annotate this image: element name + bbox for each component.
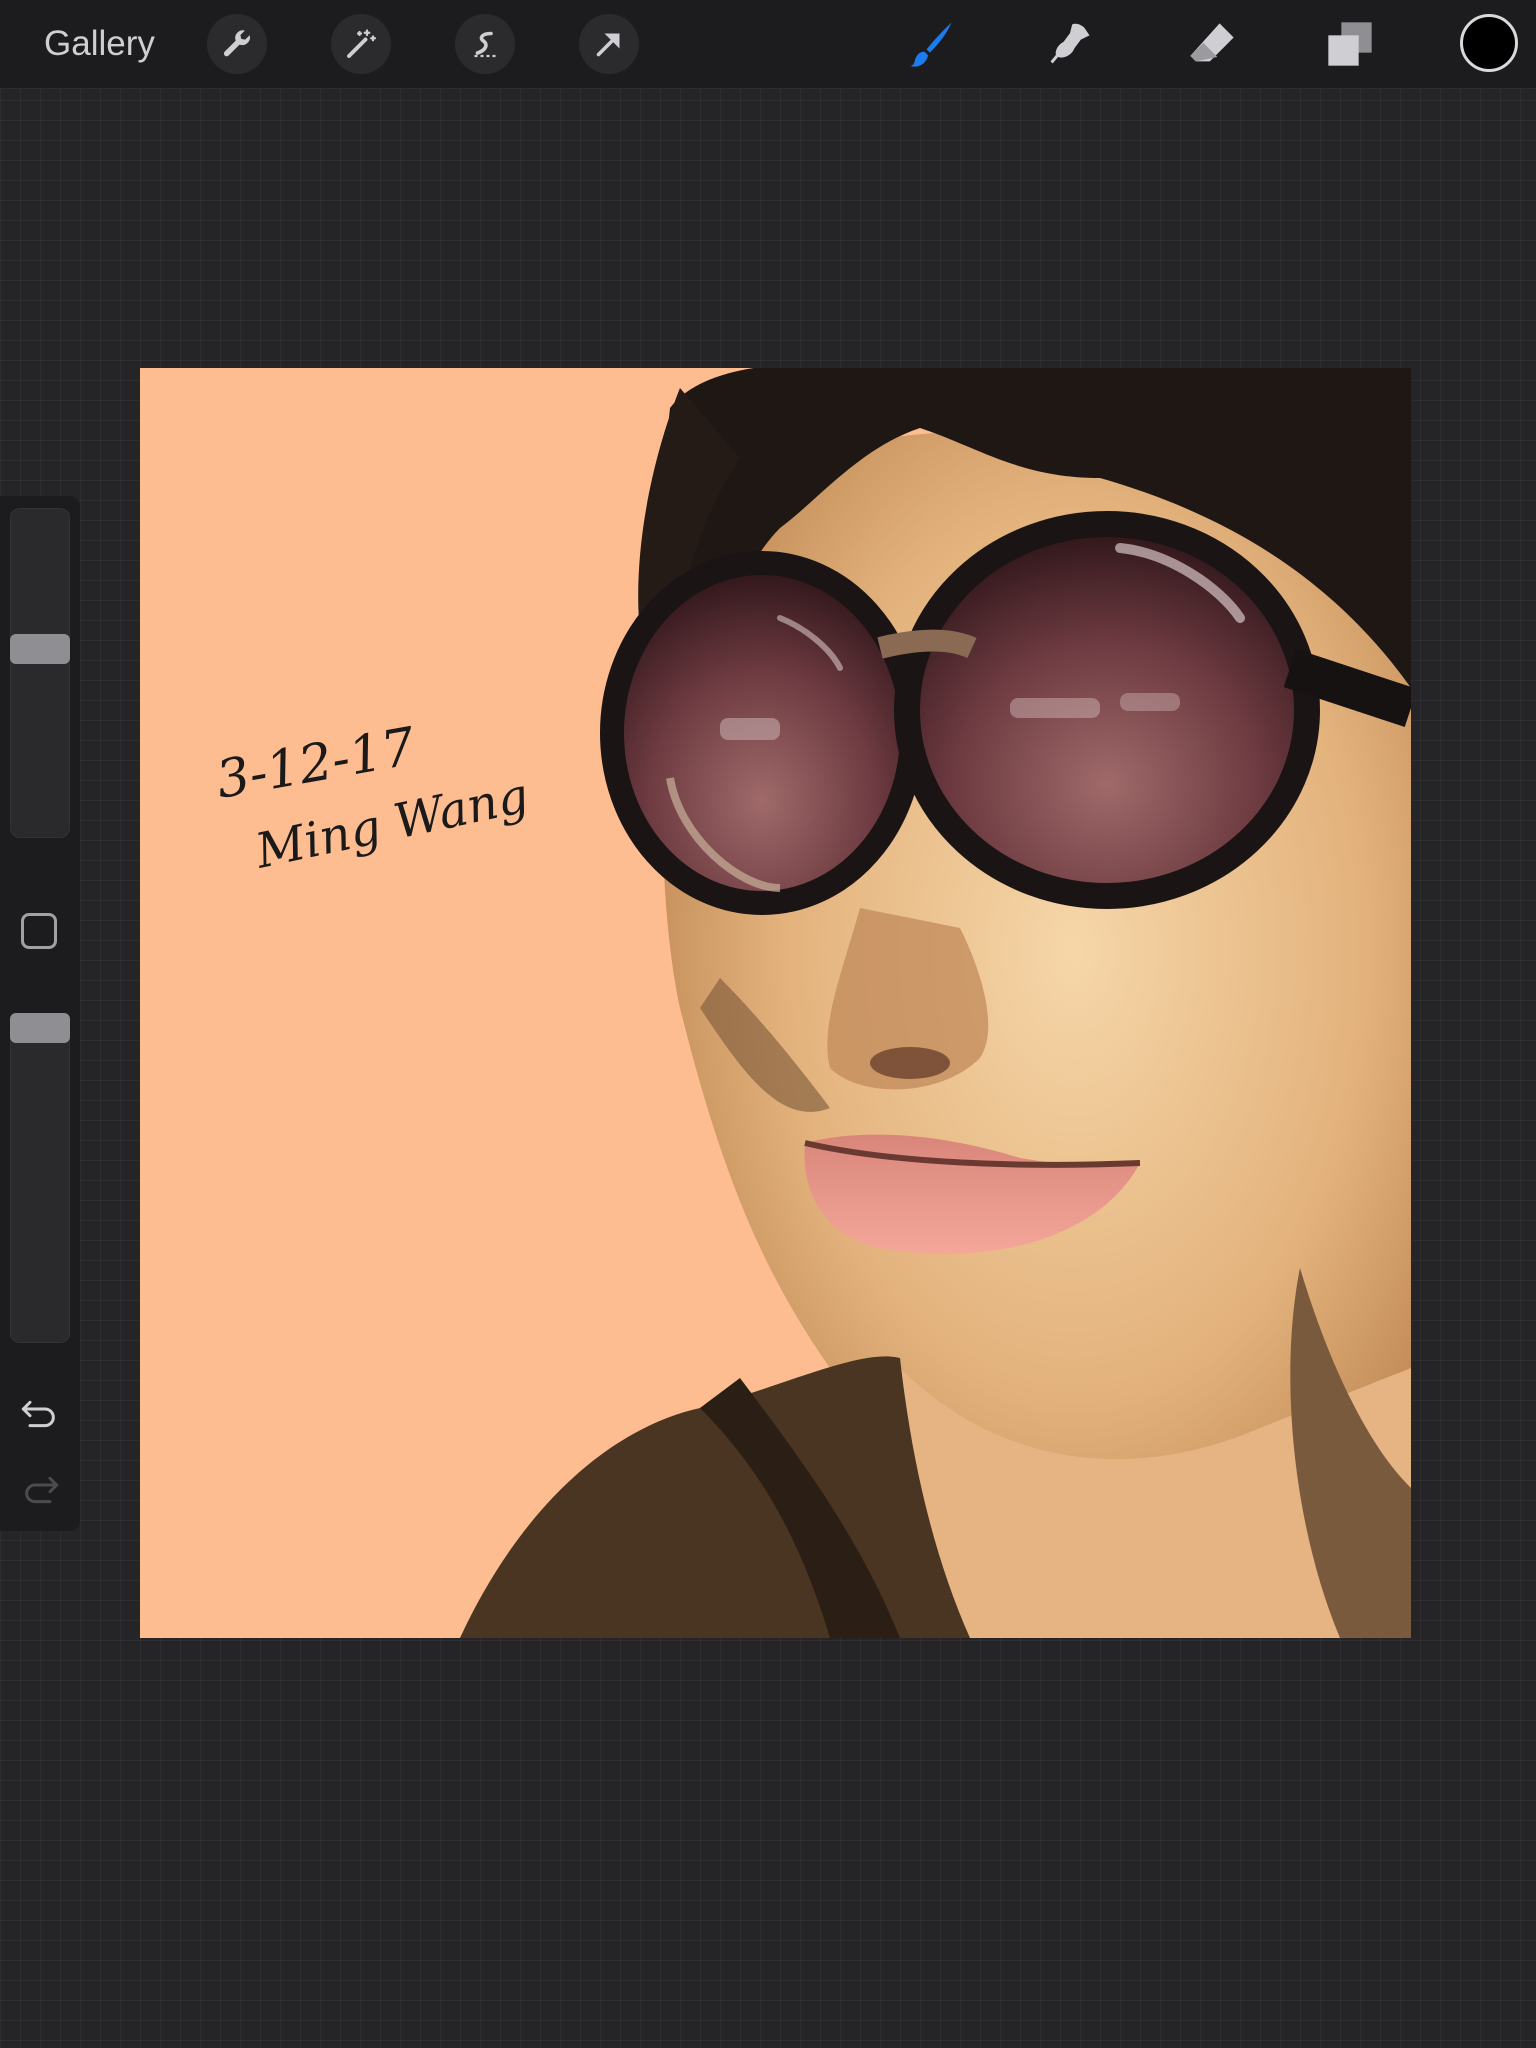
selection-button[interactable] bbox=[455, 14, 515, 74]
redo-icon bbox=[25, 1476, 59, 1504]
actions-button[interactable] bbox=[207, 14, 267, 74]
brush-opacity-slider[interactable] bbox=[10, 1013, 70, 1343]
arrow-icon bbox=[596, 33, 620, 57]
transform-button[interactable] bbox=[579, 14, 639, 74]
paint-button[interactable] bbox=[904, 16, 960, 72]
smudge-button[interactable] bbox=[1042, 16, 1098, 72]
color-swatch[interactable] bbox=[1460, 14, 1518, 72]
selection-icon bbox=[474, 31, 496, 58]
top-toolbar: Gallery bbox=[0, 0, 1536, 89]
drawing-canvas[interactable]: 3-12-17 Ming Wang bbox=[140, 368, 1411, 1638]
nostril-shape bbox=[870, 1047, 950, 1079]
signature: 3-12-17 Ming Wang bbox=[212, 717, 533, 880]
brush-size-handle[interactable] bbox=[10, 634, 70, 664]
undo-button[interactable] bbox=[16, 1390, 64, 1438]
brush-opacity-handle[interactable] bbox=[10, 1013, 70, 1043]
undo-icon bbox=[21, 1400, 55, 1428]
adjustments-button[interactable] bbox=[331, 14, 391, 74]
eraser-icon bbox=[1190, 23, 1234, 62]
gallery-button[interactable]: Gallery bbox=[44, 22, 155, 66]
magic-wand-icon bbox=[347, 29, 377, 58]
redo-button[interactable] bbox=[16, 1466, 64, 1514]
layers-icon bbox=[1328, 22, 1372, 66]
smudge-icon bbox=[1050, 23, 1090, 64]
brush-icon bbox=[910, 22, 952, 67]
portrait-painting: 3-12-17 Ming Wang bbox=[212, 368, 1411, 1638]
layers-button[interactable] bbox=[1322, 16, 1378, 72]
modifier-button[interactable] bbox=[21, 913, 57, 949]
brush-size-slider[interactable] bbox=[10, 508, 70, 838]
erase-button[interactable] bbox=[1184, 16, 1240, 72]
sidebar bbox=[0, 496, 80, 1531]
wrench-icon bbox=[223, 30, 251, 57]
